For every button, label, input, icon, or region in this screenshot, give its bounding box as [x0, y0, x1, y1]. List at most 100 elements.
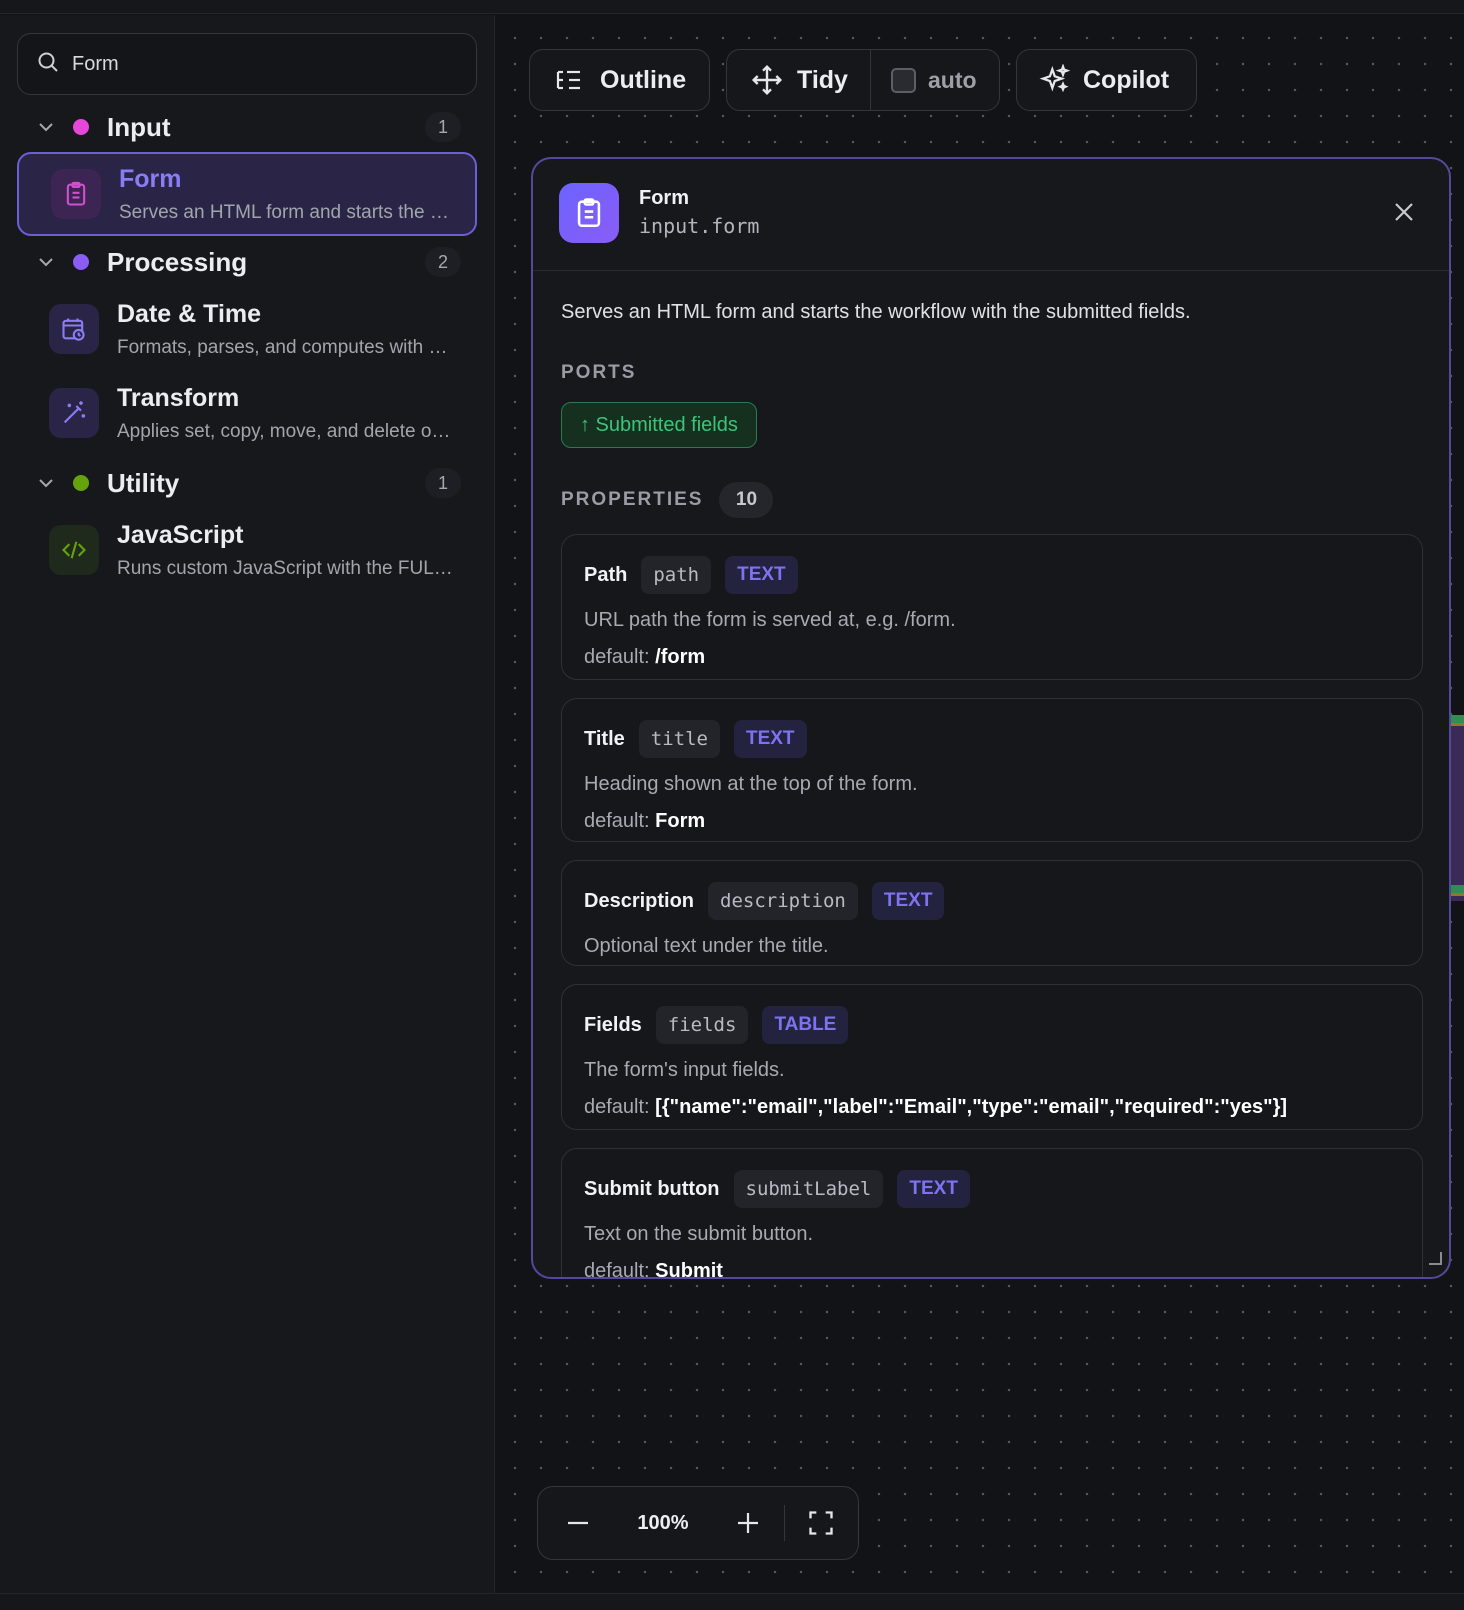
node-description: Serves an HTML form and starts the workf…	[561, 301, 1191, 323]
property-key: submitLabel	[733, 1170, 884, 1208]
property-key: path	[641, 556, 712, 594]
calendar-clock-icon	[49, 304, 99, 354]
group-count-badge: 1	[425, 468, 461, 498]
property-default-value: [{"name":"email","label":"Email","type":…	[655, 1096, 1288, 1118]
fit-view-button[interactable]	[791, 1493, 851, 1553]
chevron-down-icon	[33, 470, 59, 496]
property-key: fields	[655, 1006, 749, 1044]
node-title: Transform	[117, 383, 240, 412]
divider	[784, 1505, 785, 1541]
code-icon	[49, 525, 99, 575]
property-card[interactable]: Description description TEXT Optional te…	[561, 860, 1423, 966]
node-item-date-time[interactable]: Date & Time Formats, parses, and compute…	[17, 287, 477, 371]
move-arrows-icon	[751, 64, 783, 96]
property-description: Optional text under the title.	[584, 935, 829, 957]
auto-label: auto	[928, 66, 977, 93]
bottom-bar	[0, 1593, 1464, 1610]
node-library-sidebar: Input 1 Form Serves an HTML form and sta…	[0, 15, 495, 1593]
property-label: Submit button	[584, 1177, 720, 1200]
outline-icon	[554, 68, 584, 92]
property-default: default: /form	[584, 646, 706, 668]
properties-list[interactable]: Path path TEXT URL path the form is serv…	[561, 534, 1423, 1279]
property-card[interactable]: Submit button submitLabel TEXT Text on t…	[561, 1148, 1423, 1279]
copilot-label: Copilot	[1083, 65, 1170, 94]
resize-handle-icon[interactable]	[1427, 1250, 1443, 1271]
property-card[interactable]: Title title TEXT Heading shown at the to…	[561, 698, 1423, 842]
property-type-badge: TABLE	[762, 1006, 849, 1044]
outline-button[interactable]: Outline	[529, 49, 710, 111]
property-card[interactable]: Path path TEXT URL path the form is serv…	[561, 534, 1423, 680]
search-icon	[36, 50, 60, 79]
panel-header: Form input.form	[533, 159, 1449, 271]
clipboard-icon	[51, 169, 101, 219]
group-count-badge: 2	[425, 247, 461, 277]
property-default: default: Form	[584, 810, 706, 832]
property-default: default: [{"name":"email","label":"Email…	[584, 1096, 1288, 1118]
property-key: title	[638, 720, 720, 758]
property-default-value: Form	[655, 810, 706, 832]
property-label: Title	[584, 727, 625, 750]
property-description: Heading shown at the top of the form.	[584, 773, 918, 795]
property-default-value: /form	[655, 646, 706, 668]
panel-body: Serves an HTML form and starts the workf…	[561, 271, 1423, 1279]
panel-title: Form	[639, 187, 689, 209]
property-description: Text on the submit button.	[584, 1223, 814, 1245]
panel-node-type: input.form	[639, 214, 760, 238]
property-label: Description	[584, 889, 695, 912]
node-description: Runs custom JavaScript with the FULL wor…	[117, 557, 457, 579]
group-count-badge: 1	[425, 112, 461, 142]
properties-heading: PROPERTIES	[561, 489, 704, 510]
copilot-button[interactable]: Copilot	[1016, 49, 1197, 111]
property-key: description	[708, 882, 858, 920]
port-badge[interactable]: ↑ Submitted fields	[561, 402, 757, 448]
clipboard-icon	[559, 183, 619, 243]
group-processing[interactable]: Processing 2	[17, 241, 477, 283]
group-color-dot	[73, 475, 89, 491]
property-description: URL path the form is served at, e.g. /fo…	[584, 609, 956, 631]
group-label: Input	[107, 111, 171, 142]
search-box[interactable]	[17, 33, 477, 95]
canvas-node-edge	[1451, 715, 1464, 901]
zoom-out-button[interactable]	[548, 1493, 608, 1553]
outline-label: Outline	[600, 65, 687, 94]
magic-wand-icon	[49, 388, 99, 438]
node-title: Date & Time	[117, 299, 262, 328]
node-description: Formats, parses, and computes with dates…	[117, 336, 457, 358]
group-utility[interactable]: Utility 1	[17, 462, 477, 504]
group-label: Processing	[107, 246, 248, 277]
property-type-badge: TEXT	[725, 556, 798, 594]
auto-tidy-toggle[interactable]: auto	[871, 50, 977, 110]
node-item-form[interactable]: Form Serves an HTML form and starts the …	[17, 152, 477, 236]
node-title: JavaScript	[117, 520, 244, 549]
auto-checkbox[interactable]	[891, 67, 916, 93]
property-type-badge: TEXT	[733, 720, 807, 758]
ports-heading: PORTS	[561, 362, 637, 383]
chevron-down-icon	[33, 114, 59, 140]
properties-count-badge: 10	[719, 482, 774, 518]
property-type-badge: TEXT	[871, 882, 945, 920]
chevron-down-icon	[33, 249, 59, 275]
tidy-label: Tidy	[797, 65, 848, 94]
property-description: The form's input fields.	[584, 1059, 785, 1081]
property-card[interactable]: Fields fields TABLE The form's input fie…	[561, 984, 1423, 1130]
close-icon[interactable]	[1389, 197, 1419, 227]
zoom-controls: 100%	[537, 1486, 859, 1560]
property-default: default: Submit	[584, 1260, 1400, 1279]
property-type-badge: TEXT	[897, 1170, 970, 1208]
zoom-level: 100%	[637, 1511, 689, 1534]
property-default-value: Submit	[655, 1260, 723, 1279]
tidy-toolbar-group: Tidy auto	[726, 49, 1000, 111]
group-input[interactable]: Input 1	[17, 106, 477, 148]
node-title: Form	[119, 164, 182, 193]
search-input[interactable]	[72, 52, 432, 76]
node-item-transform[interactable]: Transform Applies set, copy, move, and d…	[17, 371, 477, 455]
sparkles-icon	[1039, 64, 1071, 96]
node-item-javascript[interactable]: JavaScript Runs custom JavaScript with t…	[17, 508, 477, 592]
node-description: Applies set, copy, move, and delete oper…	[117, 420, 457, 442]
group-label: Utility	[107, 467, 180, 498]
node-details-panel: Form input.form Serves an HTML form and …	[531, 157, 1451, 1279]
top-bar	[0, 0, 1464, 14]
zoom-in-button[interactable]	[718, 1493, 778, 1553]
group-color-dot	[73, 254, 89, 270]
tidy-button[interactable]: Tidy	[727, 50, 871, 110]
